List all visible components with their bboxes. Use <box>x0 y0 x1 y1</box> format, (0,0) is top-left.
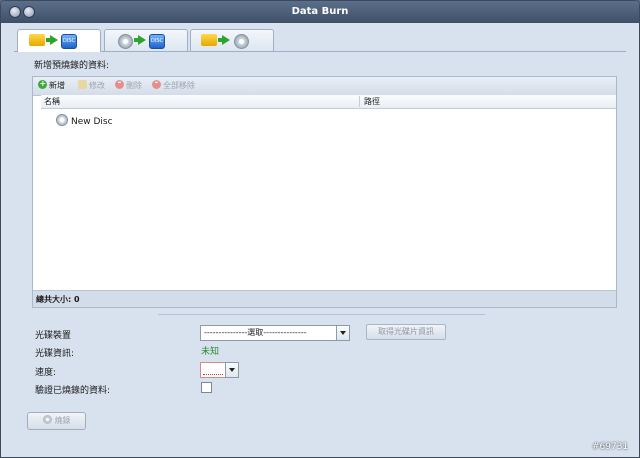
disc-icon: DISC <box>149 34 165 49</box>
folder-icon <box>201 34 217 46</box>
get-disc-info-button[interactable]: 取得光碟片資訊 <box>366 324 446 340</box>
panel-title: 新增預燒錄的資料: <box>34 61 110 71</box>
cd-icon <box>56 114 68 126</box>
tab-strip: DISC DISC <box>14 29 626 52</box>
add-data-panel: 新增預燒錄的資料: 新增 修改 刪除 全部移除 名稱 路徑 New Disc 總… <box>29 53 617 308</box>
cd-icon <box>118 34 133 49</box>
burn-button[interactable]: 燒錄 <box>27 412 86 430</box>
data-burn-window: Data Burn DISC DISC 新增預燒錄的資料: 新增 修改 <box>0 0 640 458</box>
drive-label: 光碟裝置 <box>35 331 72 341</box>
tab-folder-to-disc[interactable] <box>190 29 274 51</box>
title-bar: Data Burn <box>1 1 639 23</box>
tab-data-to-disc[interactable]: DISC <box>17 29 101 52</box>
arrow-right-icon <box>50 35 58 45</box>
chevron-down-icon[interactable] <box>225 362 239 378</box>
verify-label: 驗證已燒錄的資料: <box>35 386 111 396</box>
disc-info-label: 光碟資訊: <box>35 349 75 359</box>
divider <box>158 314 485 315</box>
watermark-text: #69731 <box>592 442 629 452</box>
drive-select[interactable]: ---------------選取--------------- <box>200 325 350 341</box>
remove-all-icon <box>152 78 161 89</box>
disc-icon: DISC <box>61 34 77 49</box>
column-name[interactable]: 名稱 <box>44 96 60 107</box>
file-list: 新增 修改 刪除 全部移除 名稱 路徑 New Disc 總共大小: 0 <box>32 76 617 308</box>
disc-info-value: 未知 <box>201 347 220 357</box>
tree-item-new-disc[interactable]: New Disc <box>56 114 113 127</box>
add-button[interactable]: 新增 <box>38 79 65 91</box>
tab-disc-to-disc[interactable]: DISC <box>104 29 188 51</box>
arrow-right-icon <box>222 35 230 45</box>
add-icon <box>38 79 47 89</box>
list-toolbar: 新增 修改 刪除 全部移除 <box>33 77 616 96</box>
edit-icon <box>78 80 87 89</box>
speed-label: 速度: <box>35 368 57 378</box>
speed-field[interactable] <box>200 362 226 378</box>
delete-icon <box>115 78 124 89</box>
edit-button[interactable]: 修改 <box>78 80 105 91</box>
delete-button[interactable]: 刪除 <box>115 78 142 91</box>
arrow-right-icon <box>138 35 146 45</box>
column-path[interactable]: 路徑 <box>359 96 380 107</box>
column-header: 名稱 路徑 <box>41 95 616 109</box>
verify-checkbox[interactable] <box>201 382 212 393</box>
folder-icon <box>29 34 45 46</box>
cd-icon <box>234 34 249 49</box>
chevron-down-icon[interactable] <box>336 326 349 340</box>
list-footer: 總共大小: 0 <box>33 290 616 307</box>
window-title: Data Burn <box>291 6 349 17</box>
remove-all-button[interactable]: 全部移除 <box>152 78 195 91</box>
total-size: 總共大小: 0 <box>36 295 80 304</box>
burn-icon <box>42 415 52 424</box>
